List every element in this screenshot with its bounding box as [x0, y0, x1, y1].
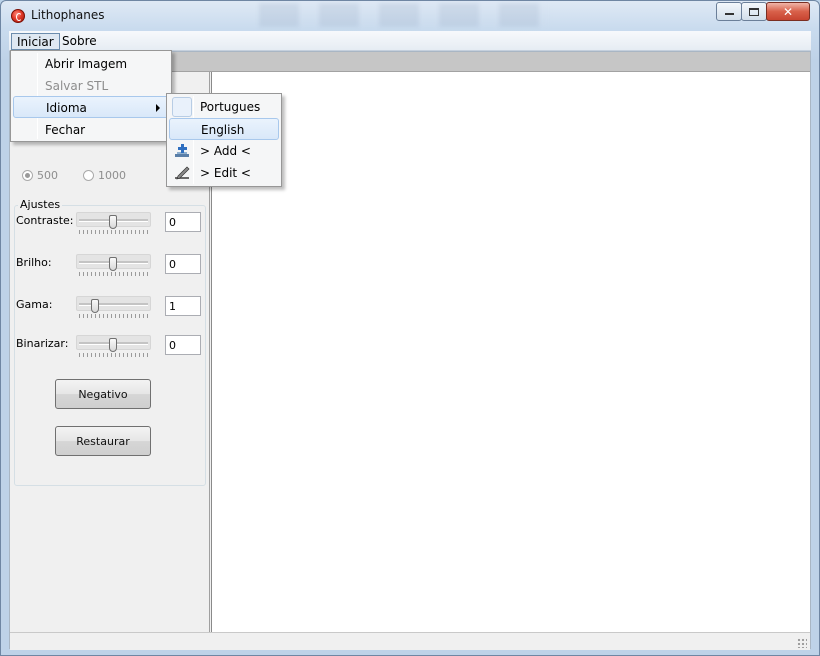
slider-thumb[interactable]: [109, 338, 117, 352]
radio-label: 1000: [98, 169, 126, 182]
slider-label: Gama:: [16, 298, 53, 311]
menu-item-edit[interactable]: > Edit <: [169, 162, 279, 184]
negativo-button[interactable]: Negativo: [55, 379, 151, 409]
slider-ticks: [79, 314, 149, 318]
idioma-submenu: Portugues English > Add < > Edit <: [166, 93, 282, 187]
minimize-icon: [724, 12, 734, 15]
radio-1000[interactable]: 1000: [83, 169, 126, 182]
slider-track[interactable]: [76, 254, 151, 271]
menu-iniciar[interactable]: Iniciar: [11, 33, 60, 50]
slider-track[interactable]: [76, 296, 151, 313]
slider-label: Brilho:: [16, 256, 52, 269]
slider-gama: Gama: 1: [16, 290, 204, 326]
resize-grip-icon[interactable]: [797, 638, 807, 648]
iniciar-menu: Abrir Imagem Salvar STL Idioma Fechar: [10, 50, 172, 142]
submenu-arrow-icon: [156, 104, 160, 112]
check-icon: [172, 97, 192, 117]
edit-icon: [175, 166, 190, 180]
status-bar: [10, 632, 810, 650]
title-bar[interactable]: Lithophanes ✕: [1, 1, 819, 31]
menu-item-salvar-stl: Salvar STL: [45, 79, 109, 93]
radio-indicator: [83, 170, 94, 181]
menu-item-add[interactable]: > Add <: [169, 140, 279, 162]
slider-ticks: [79, 230, 149, 234]
slider-binarizar: Binarizar: 0: [16, 329, 204, 365]
radio-indicator: [22, 170, 33, 181]
slider-track[interactable]: [76, 335, 151, 352]
maximize-icon: [749, 7, 759, 16]
radio-label: 500: [37, 169, 58, 182]
slider-thumb[interactable]: [91, 299, 99, 313]
image-canvas[interactable]: [211, 72, 810, 632]
slider-thumb[interactable]: [109, 215, 117, 229]
menu-item-idioma[interactable]: Idioma: [13, 96, 169, 118]
close-icon: ✕: [782, 4, 794, 19]
menu-item-label: > Edit <: [200, 166, 251, 180]
radio-500[interactable]: 500: [22, 169, 58, 182]
slider-ticks: [79, 353, 149, 357]
add-icon: [175, 144, 189, 157]
close-button[interactable]: ✕: [766, 2, 810, 21]
slider-track[interactable]: [76, 212, 151, 229]
slider-thumb[interactable]: [109, 257, 117, 271]
menu-item-fechar[interactable]: Fechar: [13, 119, 169, 141]
menu-item-label: Idioma: [46, 101, 87, 115]
minimize-button[interactable]: [716, 2, 742, 21]
slider-label: Binarizar:: [16, 337, 69, 350]
binarizar-input[interactable]: 0: [165, 335, 201, 355]
window-title: Lithophanes: [31, 8, 105, 22]
menu-sobre[interactable]: Sobre: [57, 33, 102, 50]
menu-item-label: Portugues: [200, 100, 261, 114]
background-blur: [259, 3, 549, 27]
app-icon: [11, 9, 25, 23]
menu-item-label: > Add <: [200, 144, 251, 158]
restaurar-button[interactable]: Restaurar: [55, 426, 151, 456]
contraste-input[interactable]: 0: [165, 212, 201, 232]
menu-item-portugues[interactable]: Portugues: [169, 96, 279, 118]
slider-label: Contraste:: [16, 214, 74, 227]
menu-bar: Iniciar Sobre: [9, 31, 811, 51]
brilho-input[interactable]: 0: [165, 254, 201, 274]
menu-item-english[interactable]: English: [169, 118, 279, 140]
slider-contraste: Contraste: 0: [16, 206, 204, 242]
slider-ticks: [79, 272, 149, 276]
maximize-button[interactable]: [741, 2, 767, 21]
slider-brilho: Brilho: 0: [16, 248, 204, 284]
menu-item-abrir-imagem[interactable]: Abrir Imagem: [13, 53, 169, 75]
gama-input[interactable]: 1: [165, 296, 201, 316]
